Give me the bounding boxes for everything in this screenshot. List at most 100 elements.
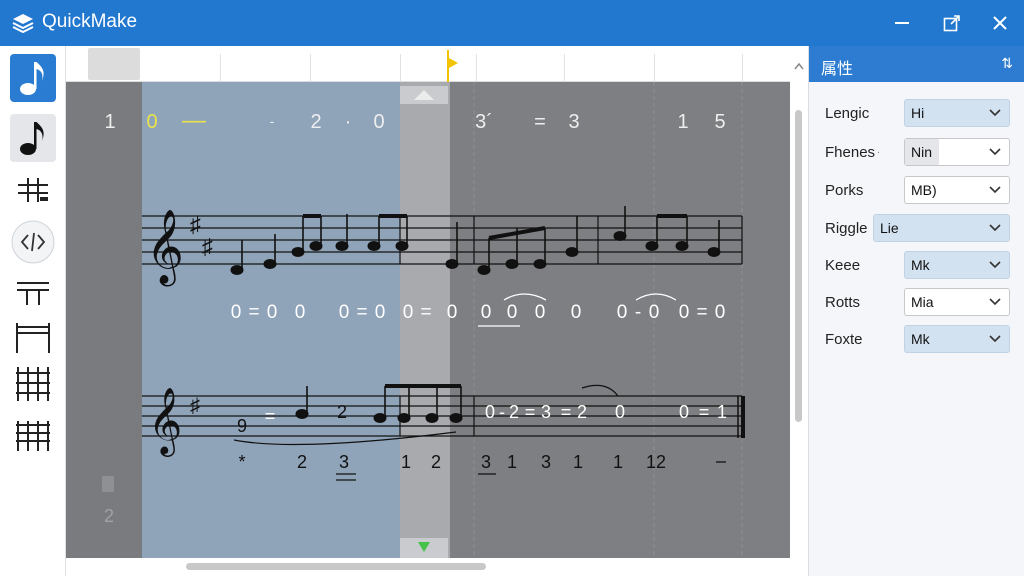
- staff1-number: 0: [715, 302, 726, 323]
- score-canvas[interactable]: 1 0 — - 2 · 0 3´ = 3 1 5 𝄞 ♯ ♯ 0 = 0 0 0…: [66, 82, 790, 558]
- staff2-below-number: *: [238, 452, 245, 472]
- tool-beam[interactable]: [10, 268, 56, 316]
- property-dropdown[interactable]: MB): [904, 176, 1010, 204]
- staff1-number: 0: [403, 302, 414, 323]
- sharp-chord-icon: [18, 178, 48, 202]
- property-row: Fhenes . Nin: [809, 138, 1024, 166]
- left-marker-number: 2: [104, 506, 114, 526]
- timeline-ruler[interactable]: [66, 46, 790, 84]
- tool-chord[interactable]: [10, 166, 56, 214]
- ruler-tick: [654, 54, 655, 82]
- ruler-tick: [220, 54, 221, 82]
- property-value: Mia: [911, 294, 934, 310]
- property-row: Porks MB): [809, 176, 1024, 204]
- property-dropdown[interactable]: Mk: [904, 325, 1010, 353]
- chevron-down-icon: [989, 186, 1001, 194]
- score-sheet[interactable]: 1 0 — - 2 · 0 3´ = 3 1 5 𝄞 ♯ ♯ 0 = 0 0 0…: [66, 82, 790, 558]
- staff1-number: 0: [267, 302, 278, 323]
- close-button[interactable]: [986, 9, 1014, 37]
- property-label: Foxte: [825, 331, 863, 348]
- maximize-button[interactable]: [938, 9, 966, 37]
- maximize-icon: [943, 15, 960, 32]
- tool-palette: [0, 46, 66, 576]
- left-marker: [102, 476, 114, 492]
- playhead-marker-icon[interactable]: [444, 50, 460, 84]
- tool-measure-grid-2[interactable]: [10, 312, 56, 360]
- property-value: Mk: [911, 257, 930, 273]
- property-label: Porks: [825, 182, 864, 199]
- tool-code-view[interactable]: [10, 218, 56, 266]
- app-logo-icon: [12, 14, 34, 33]
- staff1-number: 0: [339, 302, 350, 323]
- beam-icon: [17, 282, 49, 305]
- staff2-below-number: 12: [646, 452, 666, 472]
- property-label: Riggle: [825, 220, 868, 237]
- staff2-number: 2: [337, 402, 347, 422]
- property-value: Lie: [880, 220, 899, 236]
- score-number: 3´: [475, 111, 493, 133]
- staff1-number: 0: [375, 302, 386, 323]
- tool-note-select[interactable]: [10, 114, 56, 162]
- sharp-icon: ♯: [190, 395, 200, 417]
- property-value: Hi: [911, 105, 925, 121]
- staff2-number: 2: [509, 402, 519, 422]
- staff1-number: 0: [571, 302, 582, 323]
- grid-2-icon: [16, 323, 50, 353]
- score-number: ·: [345, 111, 352, 133]
- tool-measure-grid-4[interactable]: [10, 412, 56, 460]
- property-row: Foxte Mk: [809, 325, 1024, 353]
- staff1-number: 0: [617, 302, 628, 323]
- property-row: Lengic Hi: [809, 99, 1024, 127]
- chevron-down-icon: [989, 298, 1001, 306]
- staff1-number: 0: [507, 302, 518, 323]
- score-number: 0: [146, 111, 157, 133]
- staff2-below-number: 2: [431, 452, 441, 472]
- property-label: Lengic: [825, 105, 870, 122]
- treble-clef-icon: 𝄞: [148, 388, 182, 457]
- chevron-down-icon: [989, 148, 1001, 156]
- staff2-number: =: [265, 406, 276, 426]
- score-number: 3: [568, 111, 579, 133]
- minimize-button[interactable]: [888, 9, 916, 37]
- tool-measure-grid-3[interactable]: [10, 360, 56, 408]
- score-number: 1: [104, 111, 115, 133]
- minimize-icon: [895, 22, 909, 24]
- property-dropdown[interactable]: Mia: [904, 288, 1010, 316]
- horizontal-scrollbar[interactable]: [66, 558, 790, 576]
- staff2-below-number: 1: [507, 452, 517, 472]
- staff1-number: 0: [295, 302, 306, 323]
- staff2-number: =: [525, 402, 536, 422]
- property-label: Keee: [825, 257, 861, 274]
- property-value: Mk: [911, 331, 930, 347]
- staff2-number: 9: [237, 416, 247, 436]
- ruler-tick: [400, 54, 401, 82]
- property-row: Keee Mk: [809, 251, 1024, 279]
- tool-note-input[interactable]: [10, 54, 56, 102]
- score-number: 5: [714, 111, 725, 133]
- staff2-number: 1: [717, 402, 727, 422]
- staff1-number: =: [696, 302, 707, 323]
- staff2-number: 0: [615, 402, 625, 422]
- property-row: Rotts Mia: [809, 288, 1024, 316]
- pin-icon[interactable]: ⇅: [1001, 55, 1013, 72]
- ruler-tick: [564, 54, 565, 82]
- ruler-zoom-box[interactable]: [88, 48, 140, 80]
- vertical-scrollbar[interactable]: [790, 46, 808, 576]
- score-number: 1: [677, 111, 688, 133]
- close-icon: [993, 16, 1007, 30]
- property-dropdown[interactable]: Lie: [873, 214, 1010, 242]
- property-dropdown[interactable]: Mk: [904, 251, 1010, 279]
- staff2-number: =: [699, 402, 710, 422]
- property-value: Nin: [911, 144, 933, 160]
- staff1-number: 0: [679, 302, 690, 323]
- scroll-up-icon[interactable]: [794, 62, 804, 70]
- property-dropdown[interactable]: Hi: [904, 99, 1010, 127]
- chevron-down-icon: [989, 261, 1001, 269]
- vertical-scroll-thumb[interactable]: [795, 110, 802, 422]
- property-dropdown[interactable]: Nin: [904, 138, 1010, 166]
- horizontal-scroll-thumb[interactable]: [186, 563, 486, 570]
- property-row: Riggle Lie: [809, 214, 1024, 242]
- property-label: Rotts: [825, 294, 861, 311]
- score-number: 2: [310, 111, 321, 133]
- properties-header: 属性 ⇅: [809, 46, 1024, 82]
